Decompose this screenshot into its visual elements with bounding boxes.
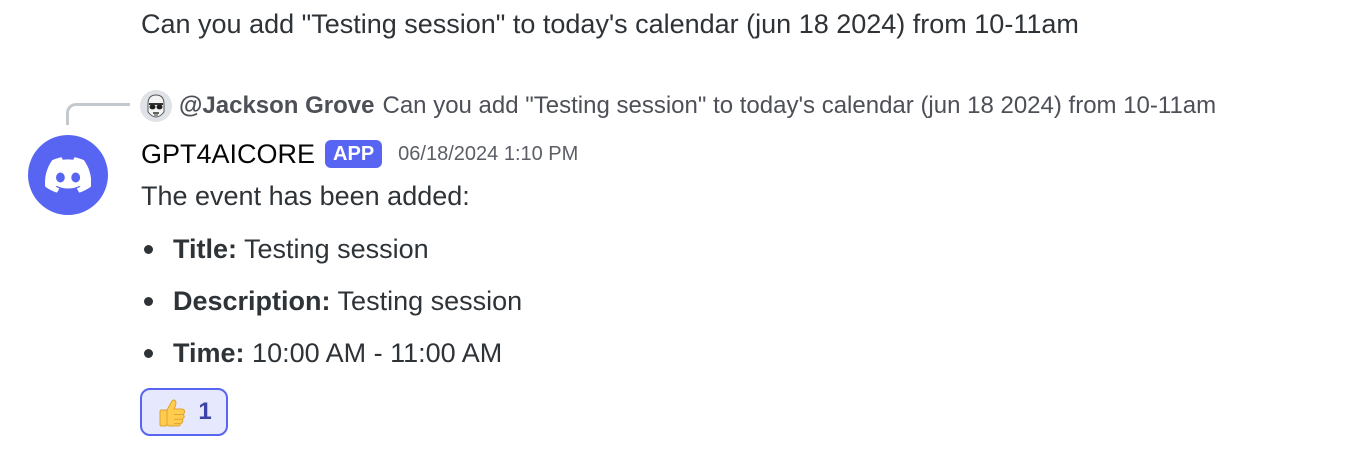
reply-reference[interactable]: @Jackson Grove Can you add "Testing sess… xyxy=(140,88,1216,124)
list-item: Title: Testing session xyxy=(141,231,522,283)
bullet-icon xyxy=(144,245,153,254)
reaction-count: 1 xyxy=(198,398,212,425)
list-item: Time: 10:00 AM - 11:00 AM xyxy=(141,335,522,387)
event-details-list: Title: Testing session Description: Test… xyxy=(141,231,522,387)
bullet-icon xyxy=(144,349,153,358)
chat-message-area: Can you add "Testing session" to today's… xyxy=(0,0,1352,450)
thumbs-up-icon xyxy=(156,396,188,428)
previous-message-text: Can you add "Testing session" to today's… xyxy=(141,9,1079,39)
list-item-key: Time: xyxy=(173,338,245,368)
list-item-value: 10:00 AM - 11:00 AM xyxy=(252,338,503,368)
app-badge: APP xyxy=(325,140,383,168)
author-username[interactable]: GPT4AICORE xyxy=(141,139,315,170)
list-item-key: Description: xyxy=(173,286,331,316)
message-header: GPT4AICORE APP 06/18/2024 1:10 PM xyxy=(141,136,578,172)
bullet-icon xyxy=(144,297,153,306)
list-item-value: Testing session xyxy=(244,234,429,264)
list-item-value: Testing session xyxy=(337,286,523,316)
reaction-button[interactable]: 1 xyxy=(140,388,228,436)
stormtrooper-avatar-icon[interactable] xyxy=(140,90,172,122)
reply-author-name[interactable]: @Jackson Grove xyxy=(179,92,375,120)
message-timestamp[interactable]: 06/18/2024 1:10 PM xyxy=(398,143,578,166)
reply-connector xyxy=(66,103,130,125)
message-intro-text: The event has been added: xyxy=(141,181,470,211)
list-item-key: Title: xyxy=(173,234,238,264)
discord-logo-icon[interactable] xyxy=(28,135,108,215)
list-item: Description: Testing session xyxy=(141,283,522,335)
reply-preview-text[interactable]: Can you add "Testing session" to today's… xyxy=(383,92,1217,120)
